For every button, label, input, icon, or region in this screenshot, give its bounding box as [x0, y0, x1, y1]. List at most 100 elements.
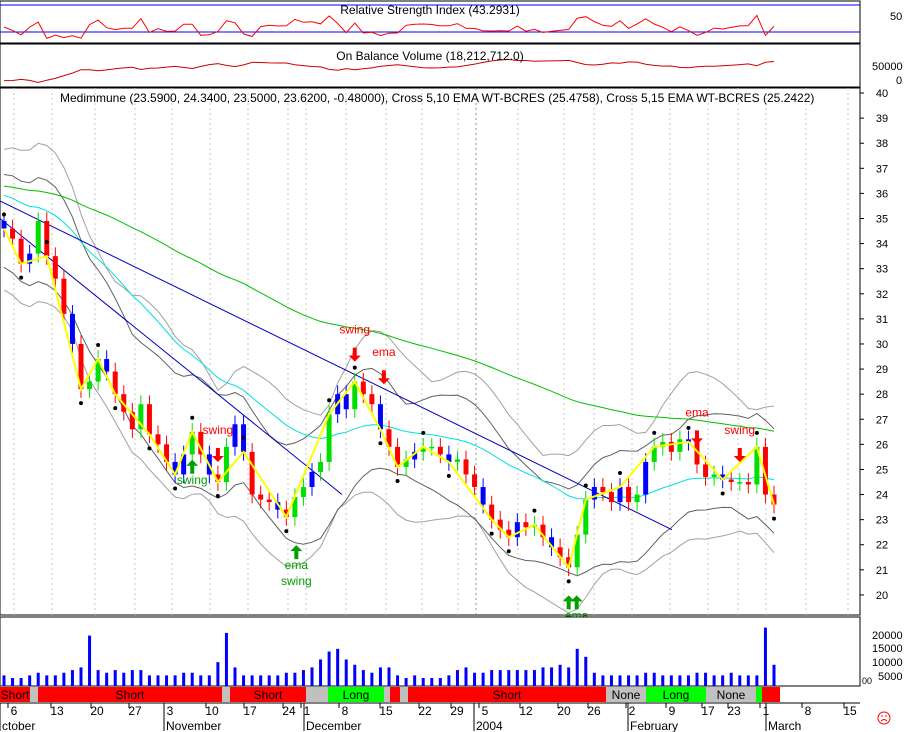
pivot-dot: [96, 343, 101, 348]
candle-body: [266, 499, 272, 503]
volume-bar: [532, 670, 536, 686]
candle-body: [728, 479, 734, 482]
candle-body: [711, 474, 717, 477]
smiley-icon[interactable]: [877, 711, 891, 725]
signal-bar: Short Short Short Long Short None Long None: [0, 687, 780, 702]
obv-tick-0: 0: [896, 75, 902, 87]
volume-bar: [79, 667, 83, 686]
day-label: 10: [205, 704, 219, 718]
volume-bar: [746, 675, 750, 686]
candle-body: [61, 278, 67, 314]
volume-bar: [182, 672, 186, 686]
volume-bar: [618, 675, 622, 686]
annotation-label: swing: [724, 423, 755, 437]
candle-body: [703, 464, 709, 477]
pivot-dot: [566, 579, 571, 584]
volume-bar: [53, 675, 57, 686]
candle-body: [454, 459, 460, 462]
candle-body: [104, 359, 110, 372]
annotation-label: ema: [685, 405, 709, 419]
candle-body: [369, 394, 375, 405]
pivot-dot: [720, 491, 725, 496]
volume-bar: [669, 675, 673, 686]
day-label: 15: [379, 704, 393, 718]
price-tick-label: 20: [876, 590, 888, 602]
volume-bar: [601, 675, 605, 686]
volume-bar: [729, 672, 733, 686]
pivot-dot: [583, 483, 588, 488]
candle-body: [69, 313, 75, 344]
day-label: 26: [587, 704, 601, 718]
pivot-dot: [147, 446, 152, 451]
rsi-title: Relative Strength Index (43.2931): [340, 3, 519, 17]
annotation-label: ema: [372, 345, 396, 359]
volume-panel: 20000 15000 10000 5000 00: [0, 616, 903, 687]
candle-body: [1, 221, 7, 229]
annotation-label: swing: [177, 473, 208, 487]
volume-bar: [361, 670, 365, 686]
pivot-dot: [352, 365, 357, 370]
signal-segment: [762, 687, 780, 702]
date-axis: 613202731017241815222951220262917231815c…: [0, 702, 860, 732]
pivot-dot: [421, 430, 426, 435]
vol-tick-5000: 5000: [878, 671, 902, 683]
volume-bar: [738, 675, 742, 686]
day-label: 8: [805, 704, 812, 718]
pivot-dot: [772, 516, 776, 521]
volume-bar: [455, 670, 459, 686]
price-tick-label: 21: [876, 565, 888, 577]
price-tick-label: 40: [876, 88, 888, 100]
volume-bar: [88, 635, 92, 686]
day-label: 5: [482, 704, 489, 718]
volume-bar: [661, 675, 665, 686]
signal-segment: [222, 687, 230, 702]
volume-bar: [772, 664, 776, 686]
candle-body: [155, 434, 161, 445]
candle-body: [643, 461, 649, 495]
volume-bar: [763, 627, 767, 686]
pivot-dot: [241, 435, 246, 440]
price-panel: 20 21 22 23 24 25 26 27 28 29 30 31 32 33 34 35 36 37 38 39…: [0, 87, 888, 638]
signal-label: None: [612, 688, 641, 702]
volume-bar: [45, 675, 49, 686]
pivot-dot: [532, 508, 537, 513]
candle-body: [343, 394, 349, 410]
volume-bar: [515, 670, 519, 686]
candle-body: [87, 381, 93, 390]
volume-bar: [378, 667, 382, 686]
day-label: 13: [50, 704, 64, 718]
vol-tick-20000: 20000: [872, 630, 903, 642]
signal-segment: [400, 687, 408, 702]
price-tick-label: 38: [876, 138, 888, 150]
volume-bar: [370, 672, 374, 686]
volume-bar: [558, 664, 562, 686]
volume-bar: [481, 672, 485, 686]
chart-canvas: Relative Strength Index (43.2931) 50 On …: [0, 0, 903, 732]
pivot-dot: [395, 478, 400, 483]
volume-bar: [396, 675, 400, 686]
volume-bar: [498, 670, 502, 686]
signal-label: Short: [116, 688, 145, 702]
volume-bar: [28, 675, 32, 686]
volume-bar: [207, 675, 211, 686]
volume-bar: [284, 672, 288, 686]
price-tick-label: 34: [876, 239, 888, 251]
price-tick-label: 28: [876, 389, 888, 401]
volume-bar: [199, 675, 203, 686]
day-label: 8: [342, 704, 349, 718]
pivot-dot: [446, 473, 451, 478]
candle-body: [318, 461, 324, 472]
volume-bar: [139, 670, 143, 686]
vol-tick-15000: 15000: [872, 643, 903, 655]
candle-body: [44, 221, 50, 257]
volume-bar: [592, 672, 596, 686]
candle-body: [480, 487, 486, 505]
candle-body: [326, 414, 332, 462]
price-tick-label: 33: [876, 264, 888, 276]
candle-body: [463, 459, 469, 475]
volume-bar: [242, 675, 246, 686]
signal-segment: [30, 687, 38, 702]
signal-label: Short: [254, 688, 283, 702]
price-tick-label: 24: [876, 490, 888, 502]
volume-bar: [250, 675, 254, 686]
